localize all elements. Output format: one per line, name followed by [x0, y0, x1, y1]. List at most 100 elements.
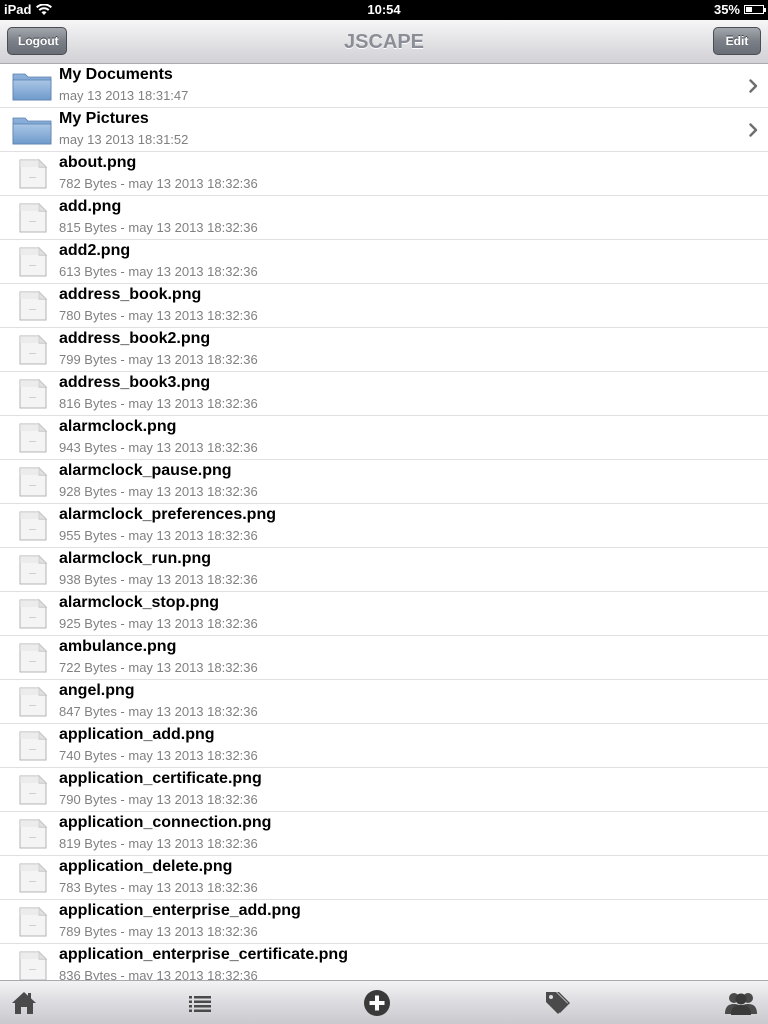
item-name: My Pictures [59, 110, 149, 127]
status-time: 10:54 [367, 2, 401, 17]
file-row[interactable]: angel.png 847 Bytes - may 13 2013 18:32:3… [0, 680, 768, 724]
item-name: address_book3.png [59, 374, 211, 391]
item-name: address_book.png [59, 286, 202, 303]
file-row[interactable]: address_book3.png 816 Bytes - may 13 2013… [0, 372, 768, 416]
file-icon [12, 334, 52, 366]
file-icon [12, 730, 52, 762]
item-name: application_delete.png [59, 858, 233, 875]
item-detail: 722 Bytes - may 13 2013 18:32:36 [59, 660, 258, 675]
file-row[interactable]: alarmclock_pause.png 928 Bytes - may 13 2… [0, 460, 768, 504]
item-name: angel.png [59, 682, 135, 699]
item-detail: 783 Bytes - may 13 2013 18:32:36 [59, 880, 258, 895]
item-detail: 815 Bytes - may 13 2013 18:32:36 [59, 220, 258, 235]
file-icon [12, 246, 52, 278]
file-icon [12, 158, 52, 190]
item-detail: 928 Bytes - may 13 2013 18:32:36 [59, 484, 258, 499]
item-name: alarmclock.png [59, 418, 177, 435]
tab-bar [0, 980, 768, 1024]
folder-row[interactable]: My Documents may 13 2013 18:31:47 [0, 64, 768, 108]
chevron-right-icon[interactable] [749, 79, 758, 93]
item-name: application_connection.png [59, 814, 272, 831]
file-row[interactable]: address_book2.png 799 Bytes - may 13 2013… [0, 328, 768, 372]
file-row[interactable]: ambulance.png 722 Bytes - may 13 2013 18:… [0, 636, 768, 680]
item-name: alarmclock_run.png [59, 550, 212, 567]
file-icon [12, 818, 52, 850]
file-row[interactable]: application_enterprise_certificate.png 83… [0, 944, 768, 980]
file-row[interactable]: alarmclock_run.png 938 Bytes - may 13 201… [0, 548, 768, 592]
file-row[interactable]: application_connection.png 819 Bytes - ma… [0, 812, 768, 856]
file-icon [12, 422, 52, 454]
file-row[interactable]: application_delete.png 783 Bytes - may 13… [0, 856, 768, 900]
screen: iPad 10:54 35% Logout JSCAPE Edit My Doc… [0, 0, 768, 1024]
edit-button[interactable]: Edit [713, 27, 761, 55]
file-icon [12, 862, 52, 894]
item-detail: 799 Bytes - may 13 2013 18:32:36 [59, 352, 258, 367]
item-detail: 789 Bytes - may 13 2013 18:32:36 [59, 924, 258, 939]
file-row[interactable]: alarmclock.png 943 Bytes - may 13 2013 18… [0, 416, 768, 460]
navigation-bar: Logout JSCAPE Edit [0, 20, 768, 64]
battery-percent: 35% [713, 2, 740, 17]
file-icon [12, 466, 52, 498]
item-name: alarmclock_stop.png [59, 594, 220, 611]
list-icon[interactable] [186, 989, 214, 1017]
item-name: application_enterprise_certificate.png [59, 946, 348, 963]
item-name: application_certificate.png [59, 770, 262, 787]
page-title: JSCAPE [343, 31, 425, 53]
item-detail: may 13 2013 18:31:52 [59, 132, 189, 147]
item-detail: 819 Bytes - may 13 2013 18:32:36 [59, 836, 258, 851]
file-list: My Documents may 13 2013 18:31:47 My Pictu… [0, 64, 768, 980]
folder-row[interactable]: My Pictures may 13 2013 18:31:52 [0, 108, 768, 152]
item-name: alarmclock_preferences.png [59, 506, 276, 523]
item-name: add.png [59, 198, 122, 215]
file-row[interactable]: add.png 815 Bytes - may 13 2013 18:32:36 [0, 196, 768, 240]
file-icon [12, 906, 52, 938]
status-bar: iPad 10:54 35% [0, 0, 768, 20]
add-circle-icon[interactable] [363, 989, 391, 1017]
file-icon [12, 774, 52, 806]
item-name: about.png [59, 154, 137, 171]
file-row[interactable]: alarmclock_preferences.png 955 Bytes - ma… [0, 504, 768, 548]
file-row[interactable]: address_book.png 780 Bytes - may 13 2013 … [0, 284, 768, 328]
tag-icon[interactable] [543, 989, 571, 1017]
item-detail: 816 Bytes - may 13 2013 18:32:36 [59, 396, 258, 411]
item-detail: may 13 2013 18:31:47 [59, 88, 189, 103]
file-row[interactable]: add2.png 613 Bytes - may 13 2013 18:32:36 [0, 240, 768, 284]
chevron-right-icon[interactable] [749, 123, 758, 137]
file-icon [12, 686, 52, 718]
file-row[interactable]: application_enterprise_add.png 789 Bytes … [0, 900, 768, 944]
item-detail: 955 Bytes - may 13 2013 18:32:36 [59, 528, 258, 543]
item-name: address_book2.png [59, 330, 211, 347]
item-name: application_enterprise_add.png [59, 902, 301, 919]
home-icon[interactable] [10, 989, 38, 1017]
item-name: alarmclock_pause.png [59, 462, 232, 479]
file-icon [12, 378, 52, 410]
file-icon [12, 202, 52, 234]
item-detail: 790 Bytes - may 13 2013 18:32:36 [59, 792, 258, 807]
folder-icon [12, 70, 52, 102]
item-name: application_add.png [59, 726, 215, 743]
item-detail: 847 Bytes - may 13 2013 18:32:36 [59, 704, 258, 719]
file-row[interactable]: about.png 782 Bytes - may 13 2013 18:32:3… [0, 152, 768, 196]
item-detail: 925 Bytes - may 13 2013 18:32:36 [59, 616, 258, 631]
file-icon [12, 290, 52, 322]
folder-icon [12, 114, 52, 146]
users-icon[interactable] [724, 989, 758, 1017]
item-name: My Documents [59, 66, 173, 83]
item-detail: 613 Bytes - may 13 2013 18:32:36 [59, 264, 258, 279]
file-icon [12, 642, 52, 674]
file-icon [12, 598, 52, 630]
item-detail: 836 Bytes - may 13 2013 18:32:36 [59, 968, 258, 980]
file-row[interactable]: alarmclock_stop.png 925 Bytes - may 13 20… [0, 592, 768, 636]
status-right: 35% [713, 2, 766, 17]
file-row[interactable]: application_add.png 740 Bytes - may 13 20… [0, 724, 768, 768]
battery-icon [744, 5, 766, 14]
item-detail: 943 Bytes - may 13 2013 18:32:36 [59, 440, 258, 455]
file-icon [12, 554, 52, 586]
item-detail: 740 Bytes - may 13 2013 18:32:36 [59, 748, 258, 763]
battery-fill [746, 7, 752, 12]
file-icon [12, 510, 52, 542]
item-detail: 938 Bytes - may 13 2013 18:32:36 [59, 572, 258, 587]
item-detail: 782 Bytes - may 13 2013 18:32:36 [59, 176, 258, 191]
file-row[interactable]: application_certificate.png 790 Bytes - m… [0, 768, 768, 812]
item-name: add2.png [59, 242, 131, 259]
